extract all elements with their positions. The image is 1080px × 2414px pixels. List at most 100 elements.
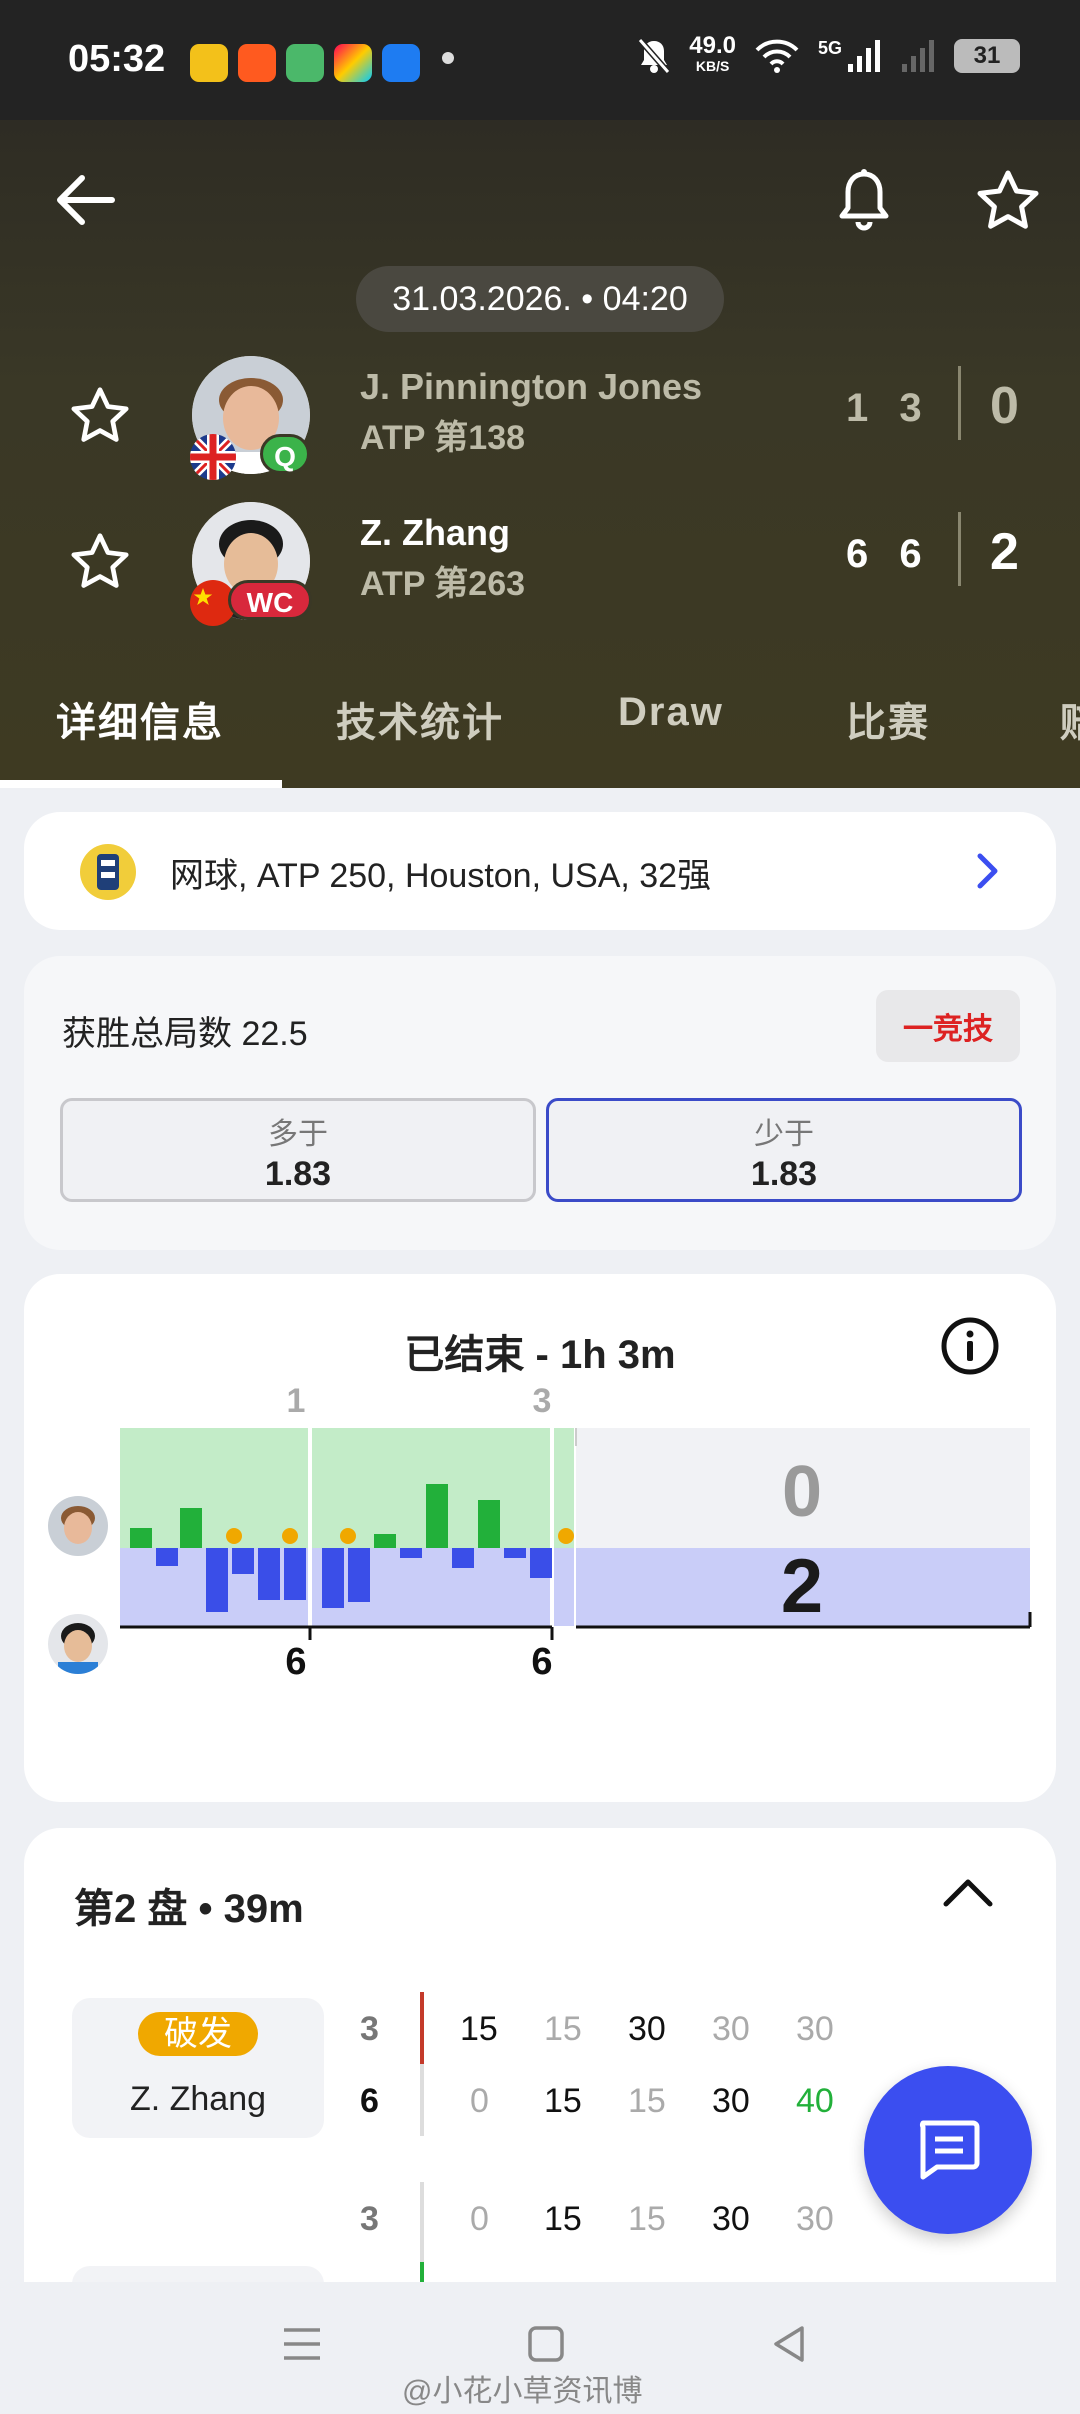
momentum-bar <box>348 1548 370 1602</box>
follow-player-star-icon[interactable] <box>70 386 130 444</box>
point-score: 30 <box>628 2010 666 2048</box>
point-score: 30 <box>712 2010 750 2048</box>
chat-button[interactable] <box>864 2066 1032 2234</box>
signal-icon <box>848 40 880 72</box>
info-icon[interactable] <box>940 1316 1000 1376</box>
tab-odds[interactable]: 赔 <box>1060 690 1080 748</box>
game-score-p1: 3 <box>360 2010 379 2048</box>
home-nav-icon[interactable] <box>524 2322 568 2366</box>
point-score: 30 <box>712 2200 750 2238</box>
tab-details[interactable]: 详细信息 <box>56 690 224 748</box>
chevron-up-icon[interactable] <box>942 1876 994 1910</box>
point-score: 0 <box>470 2082 489 2120</box>
bell-icon <box>839 169 889 231</box>
odds-title: 获胜总局数 22.5 <box>62 1015 308 1053</box>
player-set-scores: 1 3 <box>846 386 922 430</box>
score-divider <box>958 366 961 440</box>
weibo-app-icon <box>190 44 228 82</box>
system-icons: 49.0 KB/S 5G 31 <box>637 32 1020 76</box>
notification-app-icons <box>190 44 420 82</box>
battery-indicator: 31 <box>954 39 1020 73</box>
momentum-bar <box>530 1548 552 1578</box>
chat-icon <box>919 2120 980 2180</box>
point-score: 30 <box>712 2082 750 2120</box>
follow-player-star-icon[interactable] <box>70 532 130 590</box>
tab-statistics[interactable]: 技术统计 <box>336 690 504 748</box>
set-marker-label: 3 <box>533 1384 552 1420</box>
wifi-icon <box>755 39 799 73</box>
point-score: 40 <box>796 2082 834 2120</box>
break-player-name: Z. Zhang <box>129 2080 267 2118</box>
back-button[interactable] <box>44 160 124 240</box>
odds-over-value: 1.83 <box>264 1155 332 1193</box>
serve-ball-icon <box>282 1528 298 1544</box>
tournament-info: 网球, ATP 250, Houston, USA, 32强 <box>170 857 712 895</box>
notification-button[interactable] <box>824 160 904 240</box>
bookmaker-logo[interactable]: 一竞技 <box>876 990 1020 1062</box>
back-nav-icon[interactable] <box>768 2322 812 2366</box>
player-status-badge: Q <box>260 434 310 474</box>
set-title: 第2 盘 • 39m <box>74 1887 304 1931</box>
momentum-bar <box>504 1548 526 1558</box>
signal-weak-icon <box>902 40 934 72</box>
momentum-bar <box>130 1528 152 1548</box>
momentum-bar <box>426 1484 448 1548</box>
tournament-card[interactable]: 网球, ATP 250, Houston, USA, 32强 <box>24 812 1056 930</box>
odds-over-label: 多于 <box>268 1118 328 1151</box>
flag-gb-icon <box>190 434 236 480</box>
player-sets-won: 2 <box>990 523 1019 581</box>
tournament-logo-icon <box>80 844 136 900</box>
match-momentum-card: 已结束 - 1h 3m 1 3 6 6 0 2 <box>24 1274 1056 1802</box>
momentum-bar <box>374 1534 396 1548</box>
break-badge: 破发 <box>138 2012 258 2056</box>
game-score-p2: 6 <box>360 2082 379 2120</box>
tab-bar: 详细信息 技术统计 Draw 比赛 赔 <box>0 660 1080 788</box>
server-indicator-off <box>420 2064 424 2136</box>
odds-over-button[interactable]: 多于 1.83 <box>60 1098 536 1202</box>
player-status-badge: WC <box>228 580 312 620</box>
menu-nav-icon[interactable] <box>280 2322 324 2366</box>
status-time: 05:32 <box>68 38 166 80</box>
photos-app-icon <box>334 44 372 82</box>
tab-draw[interactable]: Draw <box>618 690 724 735</box>
status-bar: 05:32 49.0 KB/S 5G 31 <box>0 0 1080 120</box>
player-name: J. Pinnington Jones <box>360 366 703 407</box>
net-speed: 49.0 KB/S <box>689 32 736 75</box>
set-detail-card: 第2 盘 • 39m 破发 Z. Zhang 3 6 15 15 30 30 3… <box>24 1828 1056 2406</box>
set-marker-label: 1 <box>287 1384 306 1420</box>
player-sets-won: 0 <box>990 377 1019 435</box>
more-notifications-dot <box>442 52 454 64</box>
back-arrow-icon <box>57 175 115 225</box>
odds-under-value: 1.83 <box>750 1155 818 1193</box>
momentum-bar <box>452 1548 474 1568</box>
momentum-bar <box>322 1548 344 1608</box>
odds-under-button[interactable]: 少于 1.83 <box>546 1098 1022 1202</box>
momentum-bar <box>206 1548 228 1612</box>
player-row: WC Z. Zhang ATP 第263 6 6 2 <box>0 502 1080 632</box>
point-score: 15 <box>544 2200 582 2238</box>
player-rank: ATP 第138 <box>360 419 526 457</box>
match-datetime: 31.03.2026. • 04:20 <box>356 266 724 332</box>
watermark: @小花小草资讯博 <box>402 2375 643 2408</box>
momentum-bar <box>232 1548 254 1574</box>
player-set-scores: 6 6 <box>846 532 922 576</box>
point-score: 0 <box>470 2200 489 2238</box>
point-score: 15 <box>628 2082 666 2120</box>
tab-matches[interactable]: 比赛 <box>846 690 930 748</box>
momentum-bar <box>284 1548 306 1600</box>
set-score-label: 6 <box>285 1641 306 1683</box>
odds-under-label: 少于 <box>754 1118 814 1151</box>
point-score: 15 <box>544 2082 582 2120</box>
match-header: 31.03.2026. • 04:20 Q J. Pinnington Jone… <box>0 120 1080 788</box>
mute-icon <box>638 38 671 74</box>
serve-ball-icon <box>558 1528 574 1544</box>
point-score: 15 <box>544 2010 582 2048</box>
score-divider <box>958 512 961 586</box>
favorite-match-button[interactable] <box>968 160 1048 240</box>
network-type: 5G <box>817 37 842 58</box>
set-score-label: 6 <box>531 1641 552 1683</box>
taobao-app-icon <box>238 44 276 82</box>
momentum-bar <box>156 1548 178 1566</box>
summary-p2-score: 2 <box>781 1544 823 1629</box>
player-row: Q J. Pinnington Jones ATP 第138 1 3 0 <box>0 356 1080 486</box>
